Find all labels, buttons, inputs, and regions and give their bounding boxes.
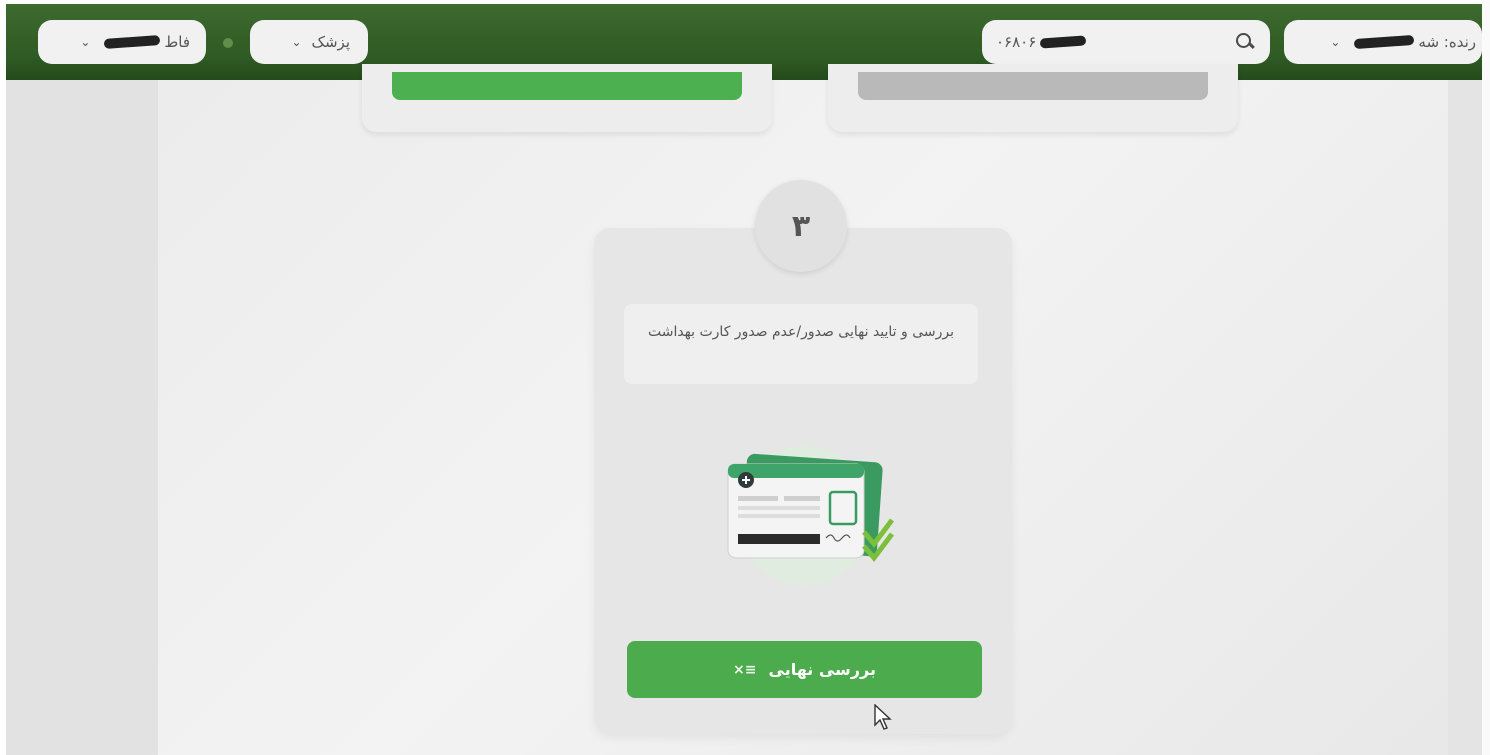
right-margin — [1448, 80, 1482, 755]
step-action-button-disabled-partial — [858, 72, 1208, 100]
step-card-previous-left — [362, 64, 772, 132]
screen-edge — [1482, 0, 1490, 755]
health-card-illustration — [727, 446, 894, 586]
final-review-label: بررسی نهایی — [768, 660, 876, 679]
search-box[interactable]: ۰۶۸۰۶ — [982, 20, 1270, 64]
search-icon[interactable] — [1234, 31, 1256, 53]
screen: رنده: شه ⌄ ۰۶۸۰۶ پزشک ⌄ فاط ⌄ ۳ بررسی و … — [6, 4, 1482, 755]
redacted-search-value — [1040, 35, 1087, 49]
list-check-icon: ≡× — [733, 661, 757, 678]
final-review-button[interactable]: بررسی نهایی ≡× — [627, 641, 982, 698]
provider-label: رنده: شه — [1418, 33, 1476, 51]
role-select[interactable]: پزشک ⌄ — [250, 20, 368, 64]
step-card-previous-right — [828, 64, 1238, 132]
role-label: پزشک — [311, 33, 350, 51]
separator-dot — [223, 38, 233, 48]
search-value: ۰۶۸۰۶ — [996, 33, 1037, 51]
mouse-cursor-icon — [874, 704, 892, 730]
chevron-down-icon: ⌄ — [1330, 35, 1341, 49]
step-action-button-partial[interactable] — [392, 72, 742, 100]
facility-select[interactable]: فاط ⌄ — [38, 20, 206, 64]
step-number: ۳ — [755, 180, 847, 272]
facility-label: فاط — [164, 33, 190, 51]
provider-select[interactable]: رنده: شه ⌄ — [1284, 20, 1482, 64]
chevron-down-icon: ⌄ — [291, 35, 302, 49]
chevron-down-icon: ⌄ — [80, 35, 91, 49]
step-description: بررسی و تایید نهایی صدور/عدم صدور کارت ب… — [624, 304, 978, 384]
redacted-provider-name — [1354, 34, 1415, 50]
left-margin — [6, 80, 158, 755]
redacted-facility-name — [104, 35, 161, 49]
